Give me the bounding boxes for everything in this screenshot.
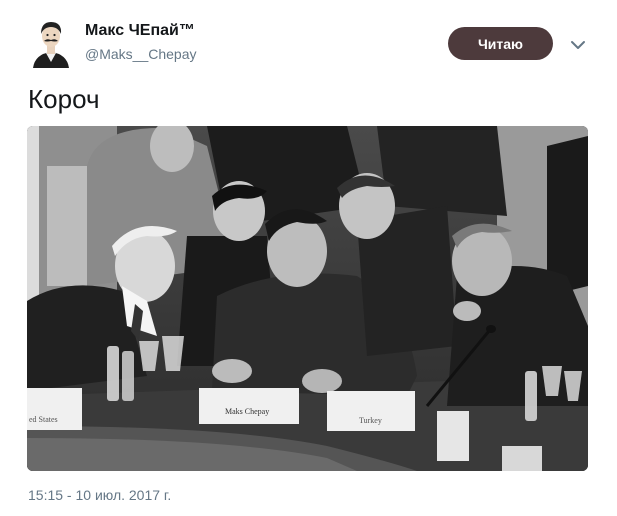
tweet-text: Короч xyxy=(28,84,100,114)
display-name[interactable]: Макс ЧЕпай™ xyxy=(85,22,195,40)
placard-left: ed States xyxy=(29,415,58,424)
placard-center: Maks Chepay xyxy=(225,407,269,416)
chevron-down-icon[interactable] xyxy=(570,38,586,50)
avatar[interactable] xyxy=(31,18,71,68)
tweet-timestamp[interactable]: 15:15 - 10 июл. 2017 г. xyxy=(28,487,171,503)
placard-right: Turkey xyxy=(359,416,382,425)
tweet-photo[interactable]: ed States Maks Chepay Turkey xyxy=(27,126,588,471)
photo-illustration: ed States Maks Chepay Turkey xyxy=(27,126,588,471)
user-handle[interactable]: @Maks__Chepay xyxy=(85,46,197,62)
avatar-image xyxy=(31,18,71,68)
follow-button[interactable]: Читаю xyxy=(448,27,553,60)
